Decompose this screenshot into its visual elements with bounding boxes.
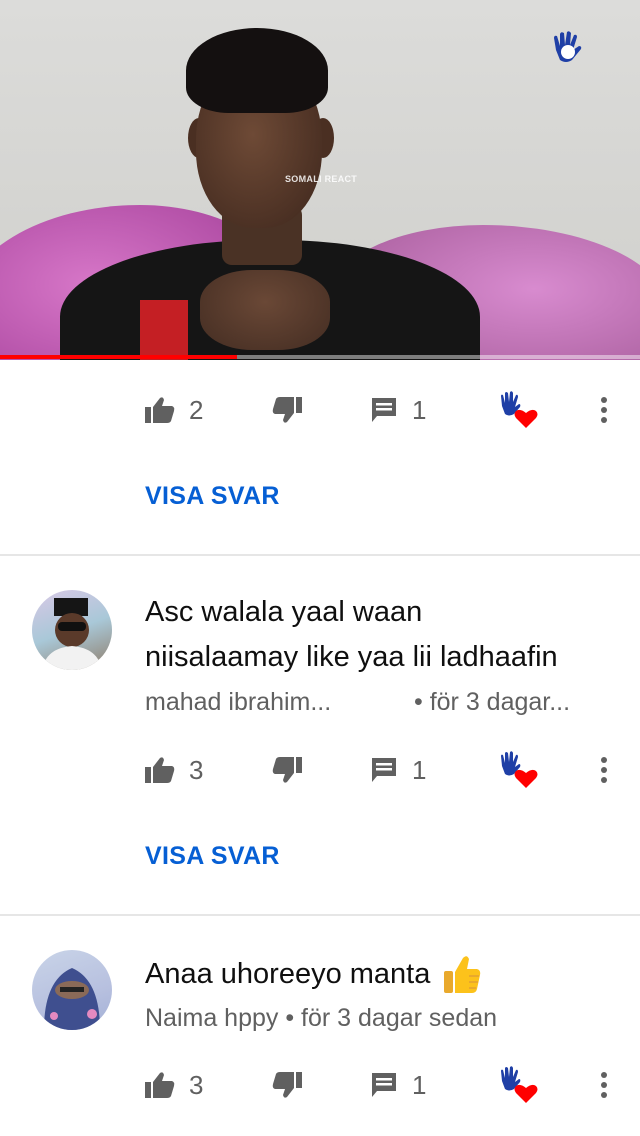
divider [0,914,640,916]
reply-icon-button[interactable]: 1 [370,385,426,435]
comment-actions: 3 1 [0,745,640,795]
comment-text-line: Anaa uhoreeyo manta [145,958,431,990]
comment-icon [372,398,396,422]
thumbs-down-icon [272,1072,302,1098]
progress-fill [0,355,237,359]
thumbs-down-icon [272,757,302,783]
like-count: 3 [189,754,204,785]
like-count: 2 [189,394,204,425]
more-vert-icon [601,1072,607,1098]
comment-timestamp: • för 3 dagar sedan [285,1004,498,1032]
comment-timestamp: • för 3 dagar... [414,688,571,716]
comment-icon [372,758,396,782]
creator-heart-icon [501,751,538,788]
creator-heart [498,1060,538,1110]
creator-heart-icon [501,391,538,428]
like-button[interactable]: 3 [145,1060,203,1110]
comment-text: Anaa uhoreeyo manta [145,952,482,997]
avatar-image [44,968,100,1030]
avatar[interactable] [32,950,112,1030]
comment-author[interactable]: mahad ibrahim... [145,688,331,717]
reply-icon-button[interactable]: 1 [370,1060,426,1110]
thumbs-up-icon [145,757,175,783]
creator-heart [498,745,538,795]
thumbs-up-icon [145,1072,175,1098]
comment-text-line: niisalaamay like yaa lii ladhaafin [145,641,558,673]
more-options-button[interactable] [598,745,610,795]
like-count: 3 [189,1069,204,1100]
divider [0,554,640,556]
comment-author[interactable]: Naima hppy [145,1004,278,1032]
person-hands [200,270,330,350]
comment-author-time: Naima hppy • för 3 dagar sedan [145,1004,497,1033]
dislike-button[interactable] [272,745,302,795]
more-options-button[interactable] [598,385,610,435]
thumbs-down-icon [272,397,302,423]
like-button[interactable]: 2 [145,385,203,435]
avatar-image [42,598,102,670]
video-player[interactable]: SOMALI REACT [0,0,640,360]
creator-heart [498,385,538,435]
reply-count: 1 [412,754,427,785]
reply-icon-button[interactable]: 1 [370,745,426,795]
comment-icon [372,1073,396,1097]
comment-text-line: Asc walala yaal waan [145,596,423,628]
thumbs-up-emoji [444,955,481,993]
reply-count: 1 [412,394,427,425]
more-vert-icon [601,757,607,783]
dislike-button[interactable] [272,1060,302,1110]
channel-logo-icon [554,31,582,62]
dislike-button[interactable] [272,385,302,435]
more-options-button[interactable] [598,1060,610,1110]
view-replies-button[interactable]: VISA SVAR [145,842,280,871]
more-vert-icon [601,397,607,423]
person-hair [186,28,328,113]
creator-heart-icon [501,1066,538,1103]
thumbs-up-icon [145,397,175,423]
like-button[interactable]: 3 [145,745,203,795]
shirt-print [140,300,188,360]
view-replies-button[interactable]: VISA SVAR [145,482,280,511]
video-watermark: SOMALI REACT [285,174,358,184]
reply-count: 1 [412,1069,427,1100]
comment-actions: 2 1 [0,385,640,435]
comment-text: Asc walala yaal waan niisalaamay like ya… [145,590,558,680]
comment-actions: 3 1 [0,1060,640,1110]
avatar[interactable] [32,590,112,670]
